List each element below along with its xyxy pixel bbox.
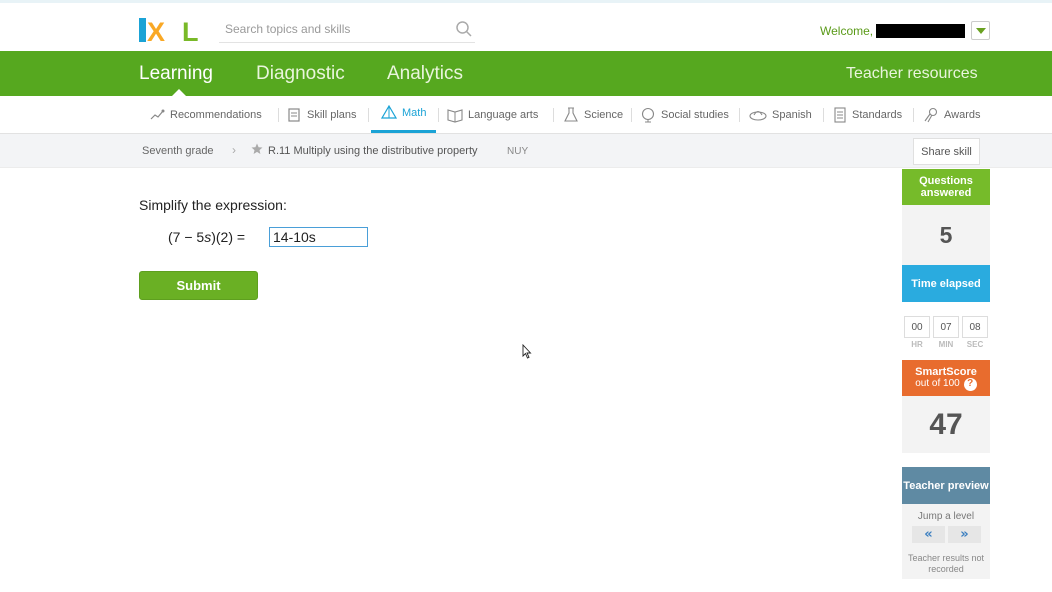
teacher-preview-panel: Jump a level « » Teacher results not rec… [902, 504, 990, 579]
questions-answered-header: Questions answered [902, 169, 990, 205]
subject-nav: Recommendations Skill plans Math Languag… [0, 96, 1052, 134]
tab-label: Awards [944, 108, 981, 121]
tab-label: Standards [852, 108, 903, 121]
chevron-right-icon: › [232, 143, 236, 157]
search-icon[interactable] [455, 20, 473, 38]
share-skill-button[interactable]: Share skill [913, 138, 980, 165]
star-icon[interactable] [251, 143, 263, 155]
divider [631, 108, 632, 122]
question-expression: (7 − 5s)(2) = [168, 229, 246, 245]
math-icon [381, 105, 397, 119]
divider [553, 108, 554, 122]
divider [739, 108, 740, 122]
tab-spanish[interactable]: Spanish [749, 96, 812, 133]
recommendations-icon [150, 109, 165, 119]
science-icon [564, 107, 578, 122]
tab-standards[interactable]: Standards [833, 96, 902, 133]
tab-science[interactable]: Science [563, 96, 623, 133]
search-box [219, 17, 475, 43]
nav-analytics[interactable]: Analytics [387, 63, 463, 85]
tab-awards[interactable]: Awards [923, 96, 980, 133]
jump-level-label: Jump a level [917, 511, 975, 522]
time-hours-label: HR [911, 340, 923, 349]
main-nav: Learning Diagnostic Analytics Teacher re… [0, 51, 1052, 96]
tab-label: Spanish [772, 108, 812, 121]
time-seconds-label: SEC [966, 340, 984, 349]
skill-code: NUY [507, 146, 529, 157]
time-elapsed-header: Time elapsed [902, 265, 990, 302]
questions-answered-count: 5 [902, 205, 990, 265]
tab-math[interactable]: Math [371, 96, 437, 133]
active-nav-pointer [172, 89, 186, 96]
jump-forward-button[interactable]: » [948, 526, 981, 543]
divider [368, 108, 369, 122]
time-seconds: 08 [962, 316, 988, 338]
time-minutes-label: MIN [938, 340, 954, 349]
svg-text:X: X [147, 17, 165, 43]
tab-label: Recommendations [170, 108, 262, 121]
mouse-cursor-icon [522, 344, 532, 359]
skill-plans-icon [288, 107, 300, 122]
divider [823, 108, 824, 122]
smartscore-value: 47 [902, 396, 990, 453]
help-icon[interactable]: ? [963, 377, 977, 391]
nav-diagnostic[interactable]: Diagnostic [256, 63, 345, 85]
smartscore-header: SmartScore out of 100 ? [902, 360, 990, 396]
answer-input[interactable] [269, 227, 368, 247]
time-minutes: 07 [933, 316, 959, 338]
tab-skill-plans[interactable]: Skill plans [287, 96, 357, 133]
teacher-preview-header: Teacher preview [902, 467, 990, 504]
ixl-logo[interactable]: X L [139, 17, 207, 43]
jump-back-button[interactable]: « [912, 526, 945, 543]
skill-title: R.11 Multiply using the distributive pro… [268, 145, 478, 157]
top-bar: X L Welcome, [0, 0, 1052, 51]
tab-recommendations[interactable]: Recommendations [149, 96, 262, 133]
tab-label: Language arts [468, 108, 539, 121]
welcome-text: Welcome, [820, 24, 874, 38]
tab-label: Math [402, 107, 427, 119]
awards-icon [924, 107, 938, 122]
user-menu-dropdown[interactable] [971, 21, 990, 40]
divider [913, 108, 914, 122]
question-prompt: Simplify the expression: [139, 197, 287, 213]
chevron-down-icon [976, 28, 986, 34]
standards-icon [834, 106, 846, 123]
breadcrumb-grade[interactable]: Seventh grade [142, 145, 214, 157]
tab-label: Science [584, 108, 624, 121]
tab-label: Skill plans [307, 108, 357, 121]
nav-learning[interactable]: Learning [139, 63, 213, 85]
divider [278, 108, 279, 122]
tab-language-arts[interactable]: Language arts [447, 96, 538, 133]
nav-teacher-resources[interactable]: Teacher resources [846, 65, 978, 83]
social-studies-icon [641, 107, 655, 122]
submit-button[interactable]: Submit [139, 271, 258, 300]
language-arts-icon [447, 108, 463, 123]
time-hours: 00 [904, 316, 930, 338]
smartscore-sub-text: out of 100 [915, 378, 960, 389]
tab-label: Social studies [661, 108, 729, 121]
time-elapsed-panel: 00 07 08 HR MIN SEC [902, 302, 990, 360]
smartscore-subtitle: out of 100 ? [915, 377, 977, 391]
redacted-username [876, 24, 965, 38]
svg-text:L: L [182, 17, 199, 43]
divider [438, 108, 439, 122]
spanish-icon [749, 110, 767, 121]
smartscore-label: SmartScore [915, 365, 977, 378]
search-input[interactable] [225, 17, 445, 41]
breadcrumb: Seventh grade › R.11 Multiply using the … [0, 134, 1052, 168]
teacher-results-note: Teacher results not recorded [907, 553, 985, 574]
tab-social-studies[interactable]: Social studies [640, 96, 729, 133]
